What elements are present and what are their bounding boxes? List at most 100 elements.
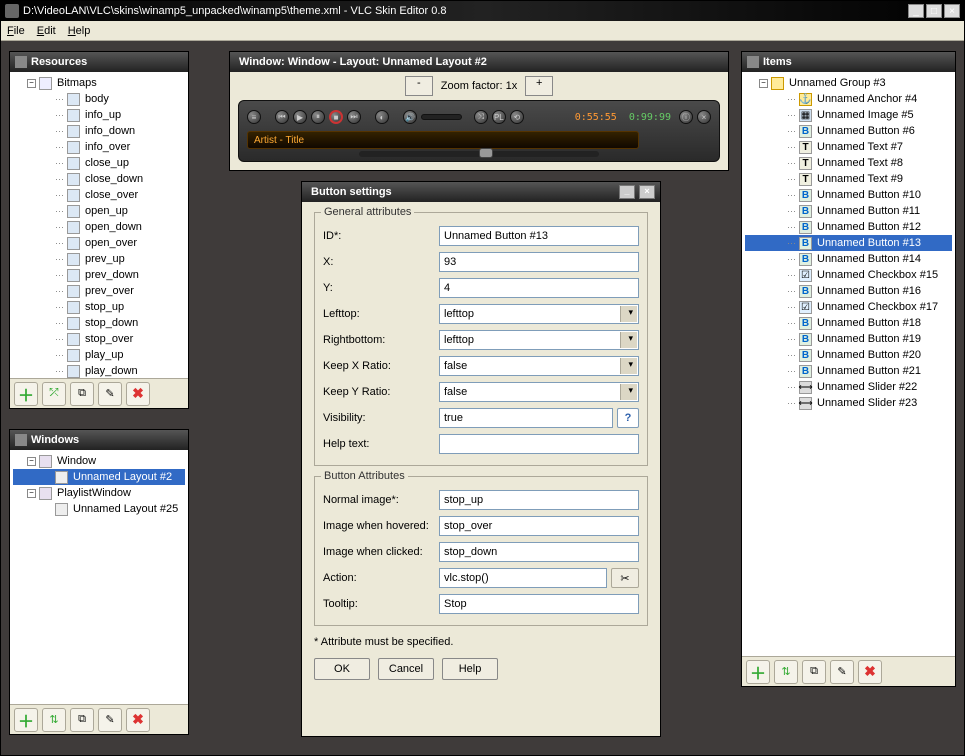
close-icon[interactable]: × bbox=[697, 110, 711, 124]
volume-slider[interactable] bbox=[421, 114, 462, 120]
edit-button[interactable]: ✎ bbox=[98, 382, 122, 406]
next-icon[interactable]: ⏭ bbox=[347, 110, 361, 124]
collapse-icon[interactable]: − bbox=[27, 79, 36, 88]
resources-tree[interactable]: −Bitmaps⋯body⋯info_up⋯info_down⋯info_ove… bbox=[10, 72, 188, 378]
tree-item-bitmap[interactable]: ⋯close_over bbox=[13, 187, 185, 203]
move-button[interactable]: ⇅ bbox=[774, 660, 798, 684]
normal-image-input[interactable]: stop_up bbox=[439, 490, 639, 510]
playlist-icon[interactable]: PL bbox=[492, 110, 506, 124]
keepy-select[interactable]: false bbox=[439, 382, 639, 402]
seek-knob[interactable] bbox=[479, 148, 493, 158]
cancel-button[interactable]: Cancel bbox=[378, 658, 434, 680]
helptext-input[interactable] bbox=[439, 434, 639, 454]
x-input[interactable]: 93 bbox=[439, 252, 639, 272]
copy-button[interactable]: ⧉ bbox=[802, 660, 826, 684]
repeat-icon[interactable]: ⟲ bbox=[510, 110, 524, 124]
tree-item-bitmap[interactable]: ⋯info_up bbox=[13, 107, 185, 123]
tree-item-text[interactable]: ⋯TUnnamed Text #8 bbox=[745, 155, 952, 171]
duplicate-button[interactable]: ⤱ bbox=[42, 382, 66, 406]
visibility-help-button[interactable]: ? bbox=[617, 408, 639, 428]
play-icon[interactable]: ▶ bbox=[293, 110, 307, 124]
copy-button[interactable]: ⧉ bbox=[70, 708, 94, 732]
tree-item-bitmap[interactable]: ⋯stop_up bbox=[13, 299, 185, 315]
tree-item-button[interactable]: ⋯BUnnamed Button #13 bbox=[745, 235, 952, 251]
skin-preview[interactable]: ≡ ⏮ ▶ ⏸ ■ ⏭ ◐ 🔊 ⤨ PL ⟲ bbox=[238, 100, 720, 162]
tree-item-button[interactable]: ⋯BUnnamed Button #12 bbox=[745, 219, 952, 235]
ok-button[interactable]: OK bbox=[314, 658, 370, 680]
tree-item-text[interactable]: ⋯TUnnamed Text #7 bbox=[745, 139, 952, 155]
close-button[interactable]: × bbox=[944, 4, 960, 18]
visibility-input[interactable]: true bbox=[439, 408, 613, 428]
add-button[interactable]: ＋ bbox=[14, 708, 38, 732]
prev-icon[interactable]: ⏮ bbox=[275, 110, 289, 124]
stop-icon[interactable]: ■ bbox=[329, 110, 343, 124]
shuffle-icon[interactable]: ⤨ bbox=[474, 110, 488, 124]
tree-item-check[interactable]: ⋯☑Unnamed Checkbox #15 bbox=[745, 267, 952, 283]
tree-item-button[interactable]: ⋯BUnnamed Button #10 bbox=[745, 187, 952, 203]
click-image-input[interactable]: stop_down bbox=[439, 542, 639, 562]
tree-item-bitmap[interactable]: ⋯open_down bbox=[13, 219, 185, 235]
tree-item-bitmap[interactable]: ⋯close_up bbox=[13, 155, 185, 171]
menu-edit[interactable]: Edit bbox=[37, 25, 56, 37]
zoom-out-button[interactable]: - bbox=[405, 76, 433, 96]
minimize-button[interactable]: _ bbox=[908, 4, 924, 18]
tree-item-slider[interactable]: ⋯⟷Unnamed Slider #22 bbox=[745, 379, 952, 395]
tree-item-button[interactable]: ⋯BUnnamed Button #14 bbox=[745, 251, 952, 267]
tree-item-button[interactable]: ⋯BUnnamed Button #18 bbox=[745, 315, 952, 331]
tree-item-button[interactable]: ⋯BUnnamed Button #16 bbox=[745, 283, 952, 299]
tree-item-check[interactable]: ⋯☑Unnamed Checkbox #17 bbox=[745, 299, 952, 315]
help-button[interactable]: Help bbox=[442, 658, 498, 680]
collapse-icon[interactable]: − bbox=[759, 79, 768, 88]
menu-icon[interactable]: ≡ bbox=[247, 110, 261, 124]
tree-item-anchor[interactable]: ⋯⚓Unnamed Anchor #4 bbox=[745, 91, 952, 107]
tree-item-image[interactable]: ⋯▦Unnamed Image #5 bbox=[745, 107, 952, 123]
tree-item-bitmap[interactable]: ⋯info_down bbox=[13, 123, 185, 139]
collapse-icon[interactable]: − bbox=[27, 489, 36, 498]
tree-item-button[interactable]: ⋯BUnnamed Button #6 bbox=[745, 123, 952, 139]
tooltip-input[interactable]: Stop bbox=[439, 594, 639, 614]
menu-file[interactable]: File bbox=[7, 25, 25, 37]
collapse-icon[interactable]: − bbox=[27, 457, 36, 466]
tree-item-bitmap[interactable]: ⋯stop_over bbox=[13, 331, 185, 347]
seek-slider[interactable] bbox=[359, 151, 599, 157]
keepx-select[interactable]: false bbox=[439, 356, 639, 376]
info-icon[interactable]: ⓘ bbox=[679, 110, 693, 124]
tree-item-bitmap[interactable]: ⋯play_up bbox=[13, 347, 185, 363]
zoom-in-button[interactable]: + bbox=[525, 76, 553, 96]
tree-item-button[interactable]: ⋯BUnnamed Button #21 bbox=[745, 363, 952, 379]
delete-button[interactable]: ✖ bbox=[126, 708, 150, 732]
edit-button[interactable]: ✎ bbox=[98, 708, 122, 732]
tree-item-bitmap[interactable]: ⋯open_up bbox=[13, 203, 185, 219]
tree-item-button[interactable]: ⋯BUnnamed Button #19 bbox=[745, 331, 952, 347]
delete-button[interactable]: ✖ bbox=[858, 660, 882, 684]
windows-tree[interactable]: − Window Unnamed Layout #2 − PlaylistWin… bbox=[10, 450, 188, 704]
hover-image-input[interactable]: stop_over bbox=[439, 516, 639, 536]
open-icon[interactable]: ◐ bbox=[375, 110, 389, 124]
maximize-button[interactable]: □ bbox=[926, 4, 942, 18]
tree-item-layout[interactable]: Unnamed Layout #25 bbox=[13, 501, 185, 517]
tree-item-bitmap[interactable]: ⋯body bbox=[13, 91, 185, 107]
delete-button[interactable]: ✖ bbox=[126, 382, 150, 406]
tree-item-bitmap[interactable]: ⋯prev_over bbox=[13, 283, 185, 299]
tree-item-layout[interactable]: Unnamed Layout #2 bbox=[13, 469, 185, 485]
rightbottom-select[interactable]: lefttop bbox=[439, 330, 639, 350]
action-input[interactable]: vlc.stop() bbox=[439, 568, 607, 588]
tree-item-window[interactable]: − Window bbox=[13, 453, 185, 469]
tree-item-bitmap[interactable]: ⋯prev_down bbox=[13, 267, 185, 283]
tree-item-button[interactable]: ⋯BUnnamed Button #20 bbox=[745, 347, 952, 363]
add-button[interactable]: ＋ bbox=[746, 660, 770, 684]
lefttop-select[interactable]: lefttop bbox=[439, 304, 639, 324]
tree-item-group[interactable]: −Unnamed Group #3 bbox=[745, 75, 952, 91]
tree-item-bitmap[interactable]: ⋯close_down bbox=[13, 171, 185, 187]
move-button[interactable]: ⇅ bbox=[42, 708, 66, 732]
action-edit-button[interactable]: ✂ bbox=[611, 568, 639, 588]
y-input[interactable]: 4 bbox=[439, 278, 639, 298]
dialog-header[interactable]: Button settings _ × bbox=[302, 182, 660, 202]
items-tree[interactable]: −Unnamed Group #3⋯⚓Unnamed Anchor #4⋯▦Un… bbox=[742, 72, 955, 656]
tree-item-bitmap[interactable]: ⋯prev_up bbox=[13, 251, 185, 267]
edit-button[interactable]: ✎ bbox=[830, 660, 854, 684]
add-button[interactable]: ＋ bbox=[14, 382, 38, 406]
dialog-minimize-button[interactable]: _ bbox=[619, 185, 635, 199]
tree-item-button[interactable]: ⋯BUnnamed Button #11 bbox=[745, 203, 952, 219]
copy-button[interactable]: ⧉ bbox=[70, 382, 94, 406]
